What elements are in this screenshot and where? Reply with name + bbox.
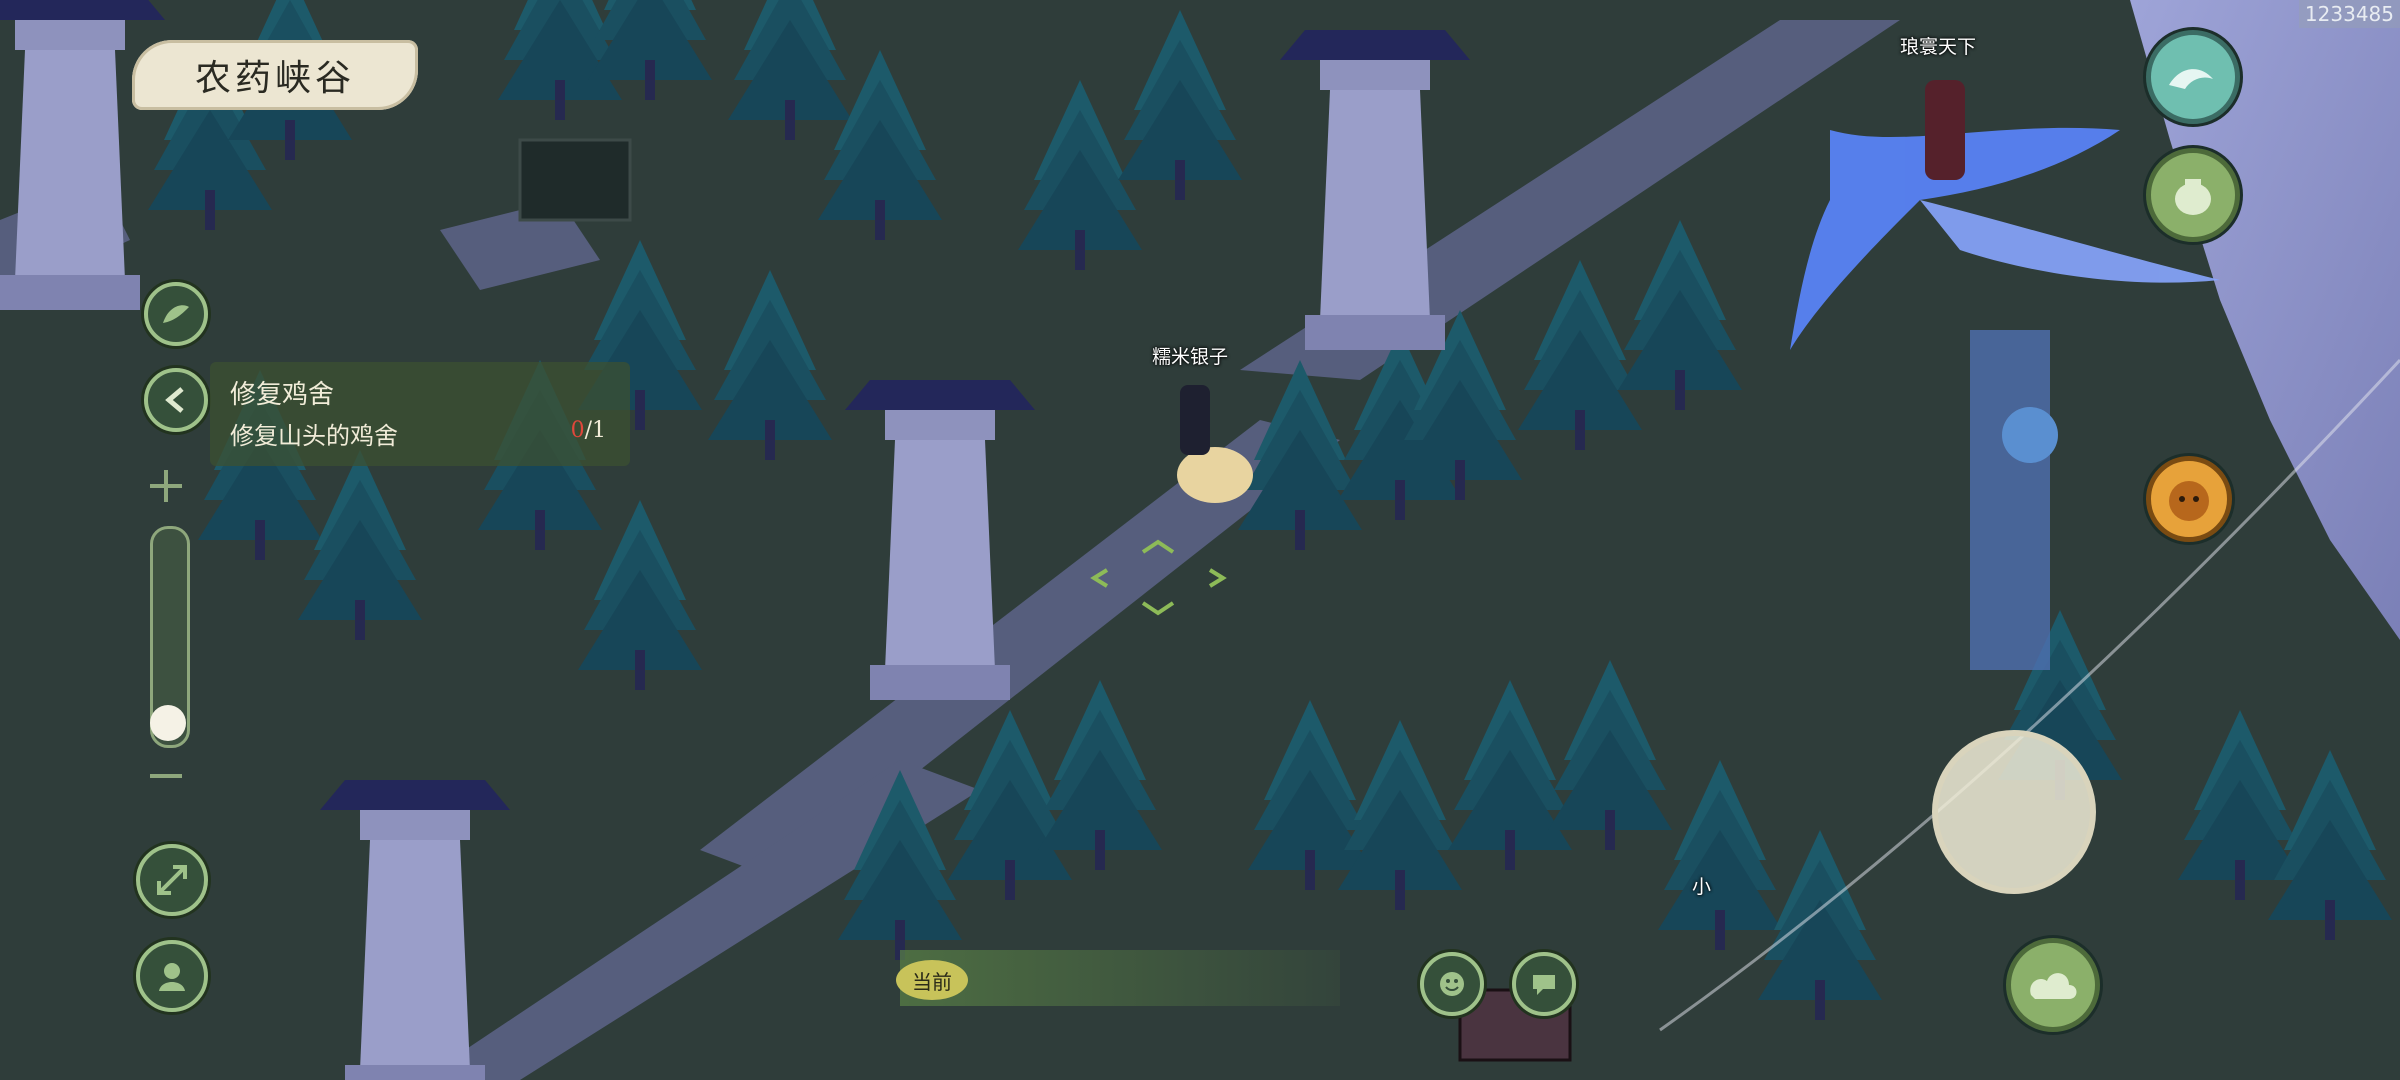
quest-progress-current: 0 <box>570 418 585 443</box>
player-uid: 1233485 <box>2298 0 2400 28</box>
minus-icon <box>150 774 182 778</box>
pot-icon <box>2175 179 2211 215</box>
cloud-icon <box>2030 973 2077 999</box>
skill-wave-button[interactable] <box>2146 30 2240 124</box>
chat-bubble-icon <box>1533 975 1555 995</box>
inventory-button[interactable] <box>2146 148 2240 242</box>
smile-icon <box>1440 972 1464 996</box>
cloud-button[interactable] <box>2006 938 2100 1032</box>
quest-progress-total: /1 <box>584 418 606 443</box>
player-name-rider: 琅寰天下 <box>1900 36 1977 58</box>
quest-title: 修复鸡舍 <box>230 380 335 410</box>
player-name-self: 糯米银子 <box>1152 346 1229 368</box>
zoom-slider-handle[interactable] <box>150 705 186 741</box>
monkey-face-icon <box>2169 481 2209 521</box>
player-name-other: 小 <box>1692 876 1712 898</box>
character-button[interactable] <box>136 940 208 1012</box>
person-icon <box>159 963 185 991</box>
chat-channel-tag[interactable]: 当前 <box>896 960 968 1000</box>
leaf-icon <box>163 305 189 323</box>
action-joystick-button[interactable] <box>1932 730 2096 894</box>
expand-arrows-icon <box>157 865 187 895</box>
expand-button[interactable] <box>136 844 208 916</box>
quest-panel[interactable]: 修复鸡舍 修复山头的鸡舍 0/1 <box>210 362 630 466</box>
plus-icon <box>150 470 182 502</box>
location-name: 农药峡谷 <box>132 40 418 110</box>
emoji-button[interactable] <box>1420 952 1484 1016</box>
zoom-in-button[interactable] <box>146 466 186 506</box>
pet-button[interactable] <box>2146 456 2232 542</box>
quest-progress: 0/1 <box>571 418 606 443</box>
zoom-out-button[interactable] <box>146 768 186 784</box>
leaf-button[interactable] <box>144 282 208 346</box>
quest-description: 修复山头的鸡舍 <box>230 422 398 450</box>
wave-icon <box>2169 69 2213 89</box>
chat-button[interactable] <box>1512 952 1576 1016</box>
chevron-left-icon <box>165 387 184 413</box>
collapse-quest-button[interactable] <box>144 368 208 432</box>
game-scene[interactable] <box>0 0 2400 1080</box>
